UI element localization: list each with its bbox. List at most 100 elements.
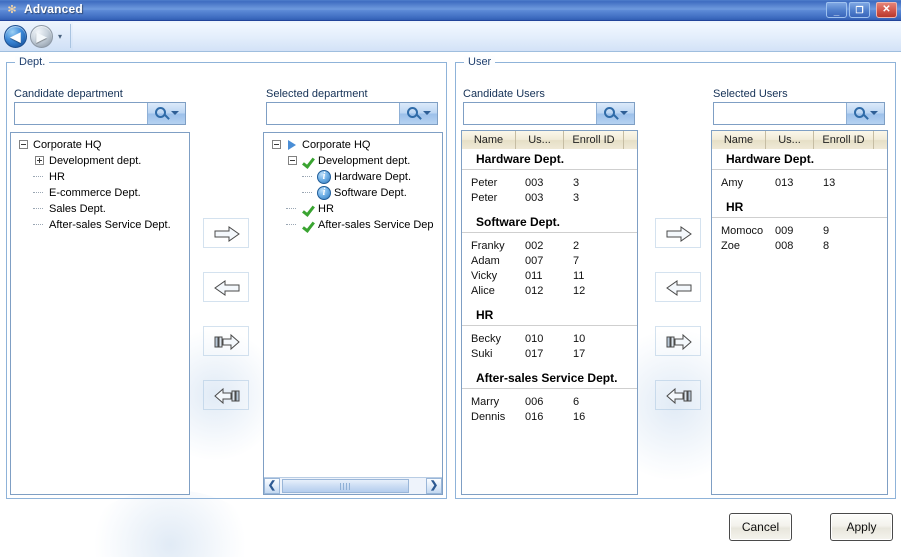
chevron-down-icon[interactable] <box>423 111 431 115</box>
selected-department-node[interactable]: HR <box>264 201 442 217</box>
dept-move-all-left-button[interactable] <box>203 380 249 410</box>
candidate-users-column-header[interactable]: Name <box>462 131 516 149</box>
cancel-button[interactable]: Cancel <box>729 513 792 541</box>
table-row[interactable]: Amy 013 13 <box>712 176 887 191</box>
selected-department-node[interactable]: Corporate HQ <box>264 137 442 153</box>
table-row[interactable]: Dennis 016 16 <box>462 410 637 425</box>
expand-icon[interactable] <box>35 156 44 165</box>
selected-users-search[interactable] <box>713 102 885 125</box>
table-row[interactable]: Marry 006 6 <box>462 395 637 410</box>
selected-department-tree-panel[interactable]: Corporate HQ Development dept. Hardware De… <box>263 132 443 495</box>
dept-move-all-right-button[interactable] <box>203 326 249 356</box>
minimize-button[interactable]: _ <box>826 2 847 18</box>
candidate-users-table-panel[interactable]: Name Us... Enroll ID Hardware Dept. Peter 00… <box>461 130 638 495</box>
selected-department-node-label: Corporate HQ <box>302 139 371 151</box>
candidate-users-search-button[interactable] <box>596 103 634 124</box>
selected-department-search[interactable] <box>266 102 438 125</box>
scrollbar-thumb[interactable] <box>282 479 409 493</box>
selected-users-table-header: Name Us... Enroll ID <box>712 131 887 150</box>
candidate-department-node[interactable]: Sales Dept. <box>11 201 189 217</box>
candidate-department-node[interactable]: HR <box>11 169 189 185</box>
selected-users-column-header[interactable]: Name <box>712 131 766 149</box>
selected-users-column-header[interactable]: Us... <box>766 131 814 149</box>
chevron-down-icon[interactable] <box>620 111 628 115</box>
table-row[interactable]: Adam 007 7 <box>462 254 637 269</box>
selected-department-node[interactable]: Software Dept. <box>264 185 442 201</box>
selected-users-table-panel[interactable]: Name Us... Enroll ID Hardware Dept. Amy 013 1… <box>711 130 888 495</box>
dept-move-right-button[interactable] <box>203 218 249 248</box>
chevron-down-icon[interactable] <box>171 111 179 115</box>
chevron-down-icon[interactable] <box>870 111 878 115</box>
user-move-right-button[interactable] <box>655 218 701 248</box>
candidate-users-search[interactable] <box>463 102 635 125</box>
selected-users-search-input[interactable] <box>714 103 846 124</box>
table-row[interactable]: Suki 017 17 <box>462 347 637 362</box>
toolbar-address-area <box>73 23 901 51</box>
selected-department-node[interactable]: Development dept. <box>264 153 442 169</box>
candidate-users-column-header[interactable]: Us... <box>516 131 564 149</box>
selected-users-group-header: Hardware Dept. <box>712 149 887 170</box>
selected-department-node[interactable]: After-sales Service Dep <box>264 217 442 233</box>
selected-department-node-label: After-sales Service Dep <box>318 219 434 231</box>
user-move-all-left-button[interactable] <box>655 380 701 410</box>
user-move-all-right-button[interactable] <box>655 326 701 356</box>
close-button[interactable]: ✕ <box>876 2 897 18</box>
selected-users-column-header[interactable]: Enroll ID <box>814 131 874 149</box>
user-move-left-button[interactable] <box>655 272 701 302</box>
forward-button[interactable]: ▶ <box>30 25 53 48</box>
arrow-right-icon <box>666 226 692 242</box>
selected-department-search-input[interactable] <box>267 103 399 124</box>
back-button[interactable]: ◀ <box>4 25 27 48</box>
candidate-department-search-input[interactable] <box>15 103 147 124</box>
selected-department-node-label: Development dept. <box>318 155 411 167</box>
search-icon <box>407 107 418 118</box>
table-row[interactable]: Becky 010 10 <box>462 332 637 347</box>
cell-user-id: 002 <box>525 240 544 252</box>
selected-department-search-button[interactable] <box>399 103 437 124</box>
selected-department-node[interactable]: Hardware Dept. <box>264 169 442 185</box>
candidate-department-node[interactable]: Development dept. <box>11 153 189 169</box>
chevron-down-icon[interactable]: ▾ <box>58 33 66 41</box>
scrollbar-grip <box>339 483 352 490</box>
table-row[interactable]: Peter 003 3 <box>462 191 637 206</box>
candidate-department-search[interactable] <box>14 102 186 125</box>
candidate-users-column-header[interactable]: Enroll ID <box>564 131 624 149</box>
table-row[interactable]: Momoco 009 9 <box>712 224 887 239</box>
candidate-department-search-button[interactable] <box>147 103 185 124</box>
selected-department-hscrollbar[interactable]: ❮ ❯ <box>264 477 442 494</box>
candidate-department-tree-panel[interactable]: Corporate HQ Development dept. HR E-commerc… <box>10 132 190 495</box>
selected-users-table-body[interactable]: Hardware Dept. Amy 013 13 HR Momoco 009 9 Zoe 008… <box>712 149 887 494</box>
candidate-users-table-body[interactable]: Hardware Dept. Peter 003 3 Peter 003 3 Software… <box>462 149 637 494</box>
candidate-department-node[interactable]: E-commerce Dept. <box>11 185 189 201</box>
table-row[interactable]: Franky 002 2 <box>462 239 637 254</box>
cell-user-id: 012 <box>525 285 544 297</box>
apply-button[interactable]: Apply <box>830 513 893 541</box>
table-row[interactable]: Vicky 011 11 <box>462 269 637 284</box>
collapse-icon[interactable] <box>272 140 281 149</box>
collapse-icon[interactable] <box>288 156 297 165</box>
candidate-department-node-label: Sales Dept. <box>49 203 106 215</box>
table-row[interactable]: Peter 003 3 <box>462 176 637 191</box>
table-row[interactable]: Alice 012 12 <box>462 284 637 299</box>
tree-connector <box>33 208 43 210</box>
cell-name: Franky <box>471 240 505 252</box>
window-title: Advanced <box>24 2 83 16</box>
dept-move-left-button[interactable] <box>203 272 249 302</box>
candidate-department-tree[interactable]: Corporate HQ Development dept. HR E-commerc… <box>11 137 189 233</box>
selected-department-node-label: Hardware Dept. <box>334 171 412 183</box>
selected-department-tree[interactable]: Corporate HQ Development dept. Hardware De… <box>264 137 442 233</box>
cell-enroll-id: 6 <box>573 396 580 408</box>
table-row[interactable]: Zoe 008 8 <box>712 239 887 254</box>
arrow-right-icon <box>214 226 240 242</box>
selected-users-search-button[interactable] <box>846 103 884 124</box>
cell-name: Amy <box>721 177 743 189</box>
candidate-department-node[interactable]: After-sales Service Dept. <box>11 217 189 233</box>
maximize-button[interactable]: ❐ <box>849 2 870 18</box>
scroll-right-button[interactable]: ❯ <box>426 478 442 494</box>
collapse-icon[interactable] <box>19 140 28 149</box>
candidate-users-search-input[interactable] <box>464 103 596 124</box>
forward-arrow-icon: ▶ <box>36 29 47 44</box>
candidate-department-node[interactable]: Corporate HQ <box>11 137 189 153</box>
candidate-department-node-label: E-commerce Dept. <box>49 187 141 199</box>
scroll-left-button[interactable]: ❮ <box>264 478 280 494</box>
